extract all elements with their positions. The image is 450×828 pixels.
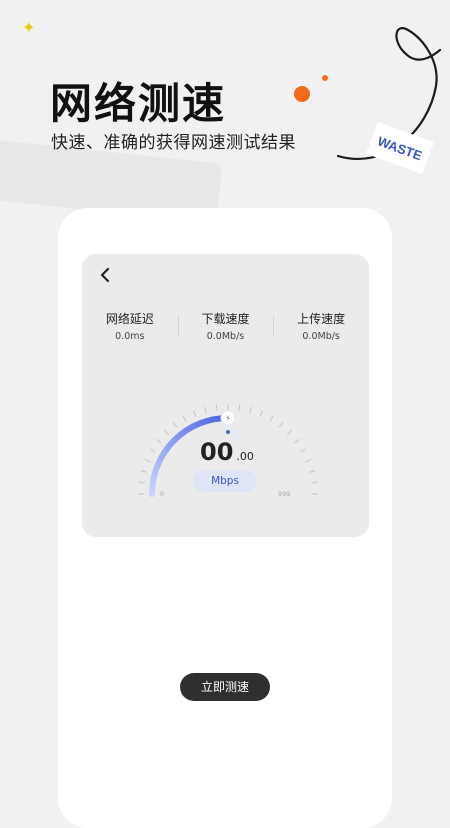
gauge-tick bbox=[294, 438, 300, 444]
gauge-tick bbox=[182, 415, 187, 422]
gauge-tick bbox=[204, 406, 207, 413]
speed-decimal: .00 bbox=[236, 450, 254, 463]
speed-test-panel: 网络延迟 0.0ms 下载速度 0.0Mb/s 上传速度 0.0Mb/s ⚡ 0… bbox=[82, 254, 369, 537]
gauge-pointer-dot bbox=[226, 430, 230, 434]
gauge-tick bbox=[311, 481, 318, 484]
gauge-max-label: 999 bbox=[278, 490, 290, 498]
gauge-tick bbox=[249, 406, 252, 413]
gauge-tick bbox=[259, 410, 263, 417]
gauge-tick bbox=[144, 459, 151, 463]
gauge-tick bbox=[140, 470, 147, 473]
gauge-tick bbox=[300, 448, 307, 453]
orange-dot-small bbox=[322, 75, 328, 81]
speed-readout: 00.00 bbox=[200, 438, 254, 466]
gauge-tick bbox=[164, 430, 169, 435]
sparkle-icon: ✦ bbox=[22, 18, 36, 37]
unit-badge: Mbps bbox=[193, 470, 257, 492]
decorative-illustration: WASTE bbox=[294, 27, 442, 174]
page-title: 网络测速 bbox=[50, 79, 227, 128]
gauge-tick bbox=[138, 481, 145, 484]
page-subtitle: 快速、准确的获得网速测试结果 bbox=[51, 133, 296, 153]
gauge-tick bbox=[193, 410, 197, 417]
gauge-tick bbox=[172, 422, 178, 428]
gauge-tick bbox=[149, 448, 156, 453]
waste-tag: WASTE bbox=[366, 122, 434, 174]
speed-integer: 00 bbox=[200, 438, 234, 466]
gauge-tick bbox=[156, 438, 162, 444]
gauge-min-label: 0 bbox=[160, 490, 164, 498]
orange-dot-large bbox=[294, 86, 310, 102]
gauge-tick bbox=[278, 422, 284, 428]
gauge-tick bbox=[215, 404, 218, 411]
gauge-tick bbox=[305, 459, 312, 463]
gauge-tick bbox=[287, 430, 292, 435]
bolt-icon: ⚡ bbox=[225, 414, 231, 423]
gauge-tick bbox=[238, 404, 241, 411]
speed-gauge: ⚡ 0 999 bbox=[138, 404, 318, 498]
gauge-tick bbox=[269, 415, 274, 422]
start-test-button[interactable]: 立即测速 bbox=[180, 673, 270, 701]
gauge-tick bbox=[309, 470, 316, 473]
